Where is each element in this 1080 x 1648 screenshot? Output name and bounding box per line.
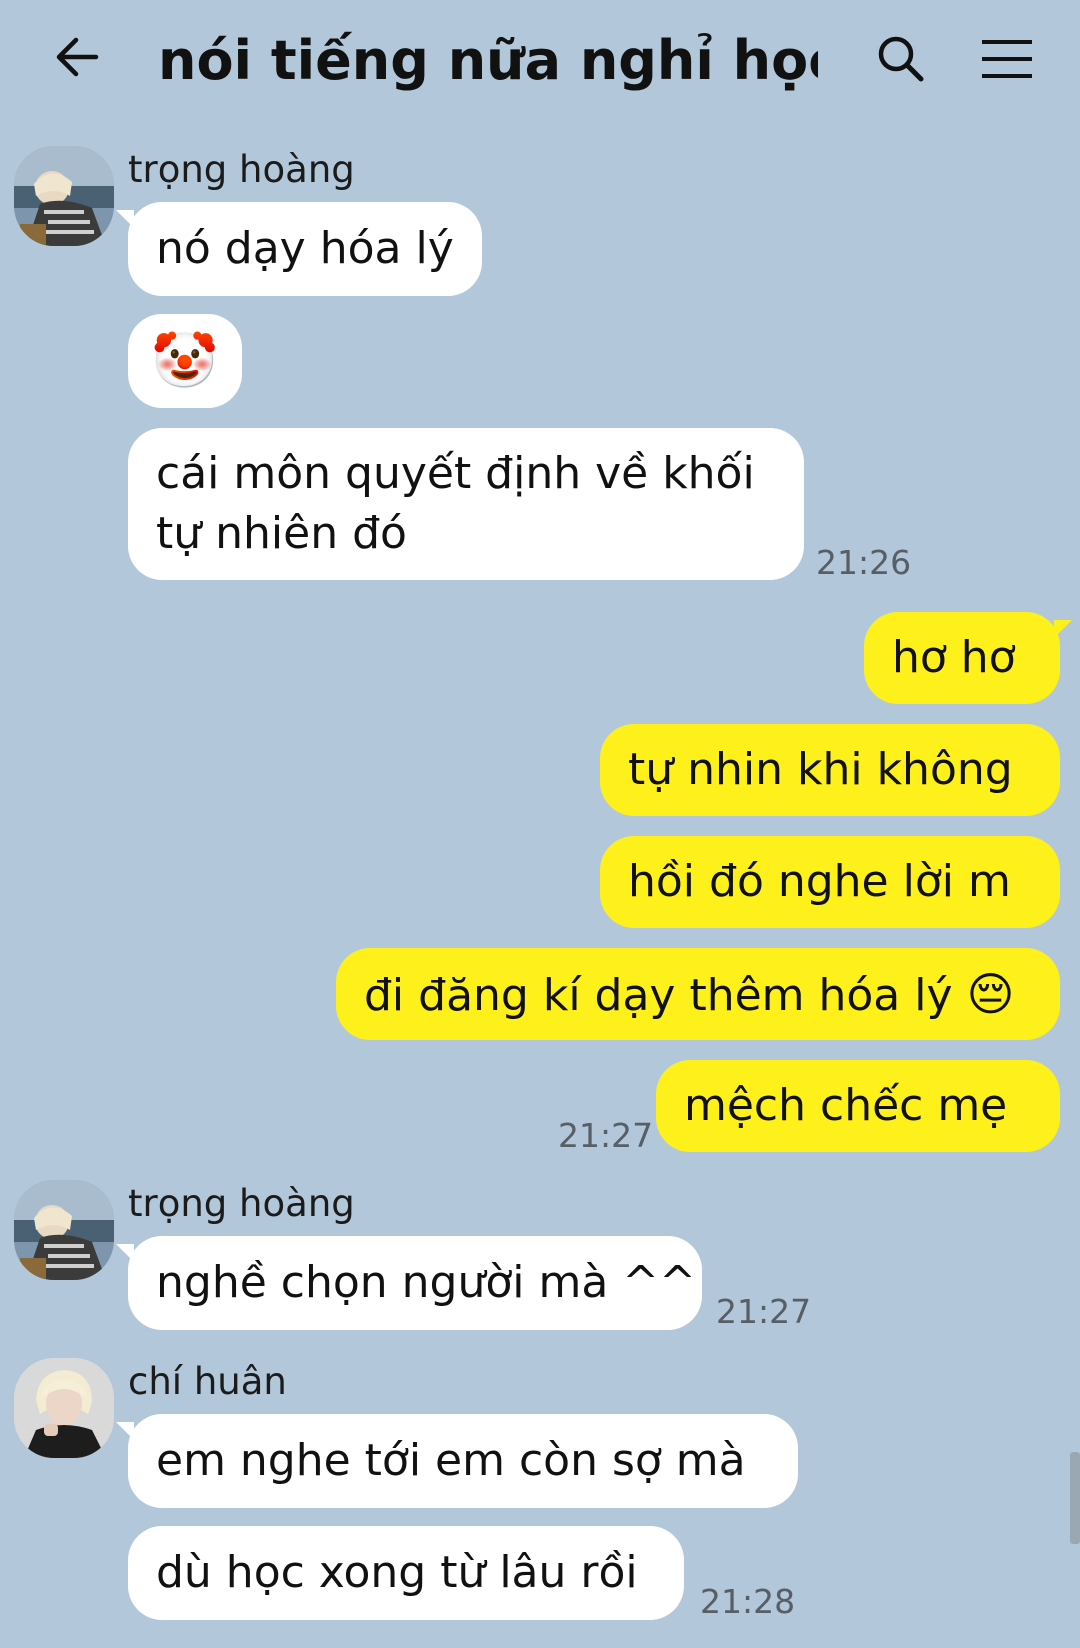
message-bubble[interactable]: mệch chếc mẹ (656, 1060, 1060, 1152)
hamburger-menu-icon (982, 40, 1032, 78)
sender-name: trọng hoàng (128, 148, 355, 191)
message-text-line: tự nhiên đó (156, 508, 407, 559)
message-bubble[interactable]: 🤡 (128, 314, 242, 408)
message-text: hồi đó nghe lời m (628, 856, 1011, 907)
profile-photo (14, 146, 114, 246)
search-button[interactable] (866, 24, 936, 94)
message-timestamp: 21:27 (558, 1116, 654, 1155)
message-text: mệch chếc mẹ (684, 1080, 1008, 1131)
message-bubble[interactable]: đi đăng kí dạy thêm hóa lý 😔 (336, 948, 1060, 1040)
message-text: hơ hơ (892, 632, 1016, 683)
clown-face-icon: 🤡 (151, 329, 219, 392)
message-timestamp: 21:27 (716, 1292, 812, 1331)
menu-button[interactable] (972, 24, 1042, 94)
profile-photo (14, 1358, 114, 1458)
message-bubble[interactable]: hồi đó nghe lời m (600, 836, 1060, 928)
message-bubble[interactable]: nó dạy hóa lý (116, 202, 482, 296)
message-bubble[interactable]: hơ hơ (864, 612, 1072, 704)
arrow-left-icon (56, 37, 99, 77)
back-button[interactable] (42, 22, 112, 92)
avatar-trong-hoang[interactable] (14, 146, 114, 246)
message-text: em nghe tới em còn sợ mà (156, 1435, 746, 1486)
message-text: nghề chọn người mà ^^ (156, 1257, 697, 1308)
message-text: đi đăng kí dạy thêm hóa lý (364, 970, 953, 1021)
bubble-tail (1054, 620, 1072, 638)
sender-name: trọng hoàng (128, 1182, 355, 1225)
message-text: tự nhin khi không (628, 744, 1013, 795)
search-icon (878, 36, 924, 82)
profile-photo (14, 1180, 114, 1280)
bubble-tail (116, 1422, 134, 1440)
chat-title: nói tiếng nữa nghỉ học... (158, 29, 818, 92)
chat-header: nói tiếng nữa nghỉ học... (0, 0, 1080, 120)
message-bubble[interactable]: cái môn quyết định về khối tự nhiên đó (128, 428, 804, 580)
message-bubble[interactable]: dù học xong từ lâu rồi (128, 1526, 684, 1620)
message-bubble[interactable]: nghề chọn người mà ^^ (116, 1236, 702, 1330)
pensive-face-icon: 😔 (966, 967, 1015, 1021)
message-timestamp: 21:28 (700, 1582, 796, 1621)
avatar-trong-hoang[interactable] (14, 1180, 114, 1280)
message-text-line: cái môn quyết định về khối (156, 448, 755, 499)
sender-name: chí huân (128, 1360, 287, 1403)
bubble-tail (116, 210, 134, 228)
message-bubble[interactable]: tự nhin khi không (600, 724, 1060, 816)
bubble-tail (116, 1244, 134, 1262)
message-timestamp: 21:26 (816, 543, 912, 582)
avatar-chi-huan[interactable] (14, 1358, 114, 1458)
message-text: nó dạy hóa lý (156, 223, 454, 274)
message-text: dù học xong từ lâu rồi (156, 1547, 638, 1598)
message-bubble[interactable]: em nghe tới em còn sợ mà (116, 1414, 798, 1508)
scrollbar-thumb[interactable] (1070, 1452, 1080, 1544)
